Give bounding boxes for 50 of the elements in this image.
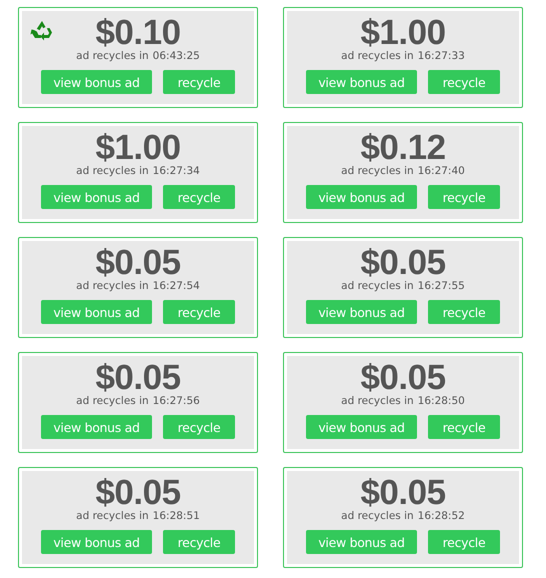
countdown-label: ad recycles in <box>341 50 414 63</box>
countdown-label: ad recycles in <box>76 165 149 178</box>
countdown-time: 16:28:52 <box>418 510 465 523</box>
countdown-label: ad recycles in <box>76 395 149 408</box>
view-bonus-ad-button[interactable]: view bonus ad <box>306 530 417 554</box>
reward-amount: $0.10 <box>95 16 181 50</box>
countdown-time: 16:27:40 <box>418 165 465 178</box>
recycle-button[interactable]: recycle <box>163 530 235 554</box>
recycle-button[interactable]: recycle <box>428 185 500 209</box>
countdown-time: 06:43:25 <box>152 50 200 63</box>
view-bonus-ad-button[interactable]: view bonus ad <box>41 70 152 94</box>
countdown-label: ad recycles in <box>76 280 149 293</box>
countdown-time: 16:28:51 <box>152 510 200 523</box>
countdown-label: ad recycles in <box>341 395 414 408</box>
reward-amount: $1.00 <box>95 131 181 165</box>
reward-amount: $1.00 <box>360 16 446 50</box>
recycle-button[interactable]: recycle <box>428 415 500 439</box>
reward-amount: $0.05 <box>360 246 446 280</box>
countdown-time: 16:27:34 <box>152 165 200 178</box>
reward-amount: $0.05 <box>360 361 446 395</box>
countdown-label: ad recycles in <box>76 50 149 63</box>
countdown-label: ad recycles in <box>341 510 414 523</box>
reward-amount: $0.05 <box>95 476 181 510</box>
reward-amount: $0.05 <box>95 246 181 280</box>
countdown-time: 16:27:55 <box>418 280 465 293</box>
countdown-time: 16:27:56 <box>152 395 200 408</box>
countdown-label: ad recycles in <box>341 165 414 178</box>
view-bonus-ad-button[interactable]: view bonus ad <box>306 70 417 94</box>
recycle-button[interactable]: recycle <box>163 415 235 439</box>
recycle-button[interactable]: recycle <box>428 530 500 554</box>
view-bonus-ad-button[interactable]: view bonus ad <box>41 300 152 324</box>
recycle-button[interactable]: recycle <box>163 70 235 94</box>
view-bonus-ad-button[interactable]: view bonus ad <box>41 415 152 439</box>
countdown-label: ad recycles in <box>341 280 414 293</box>
recycle-button[interactable]: recycle <box>428 70 500 94</box>
countdown-time: 16:27:33 <box>418 50 465 63</box>
reward-amount: $0.12 <box>360 131 446 165</box>
view-bonus-ad-button[interactable]: view bonus ad <box>306 300 417 324</box>
recycle-button[interactable]: recycle <box>163 185 235 209</box>
view-bonus-ad-button[interactable]: view bonus ad <box>306 185 417 209</box>
reward-amount: $0.05 <box>360 476 446 510</box>
reward-amount: $0.05 <box>95 361 181 395</box>
view-bonus-ad-button[interactable]: view bonus ad <box>41 185 152 209</box>
view-bonus-ad-button[interactable]: view bonus ad <box>41 530 152 554</box>
recycle-button[interactable]: recycle <box>163 300 235 324</box>
recycle-button[interactable]: recycle <box>428 300 500 324</box>
countdown-time: 16:28:50 <box>418 395 465 408</box>
view-bonus-ad-button[interactable]: view bonus ad <box>306 415 417 439</box>
countdown-time: 16:27:54 <box>152 280 200 293</box>
countdown-label: ad recycles in <box>76 510 149 523</box>
